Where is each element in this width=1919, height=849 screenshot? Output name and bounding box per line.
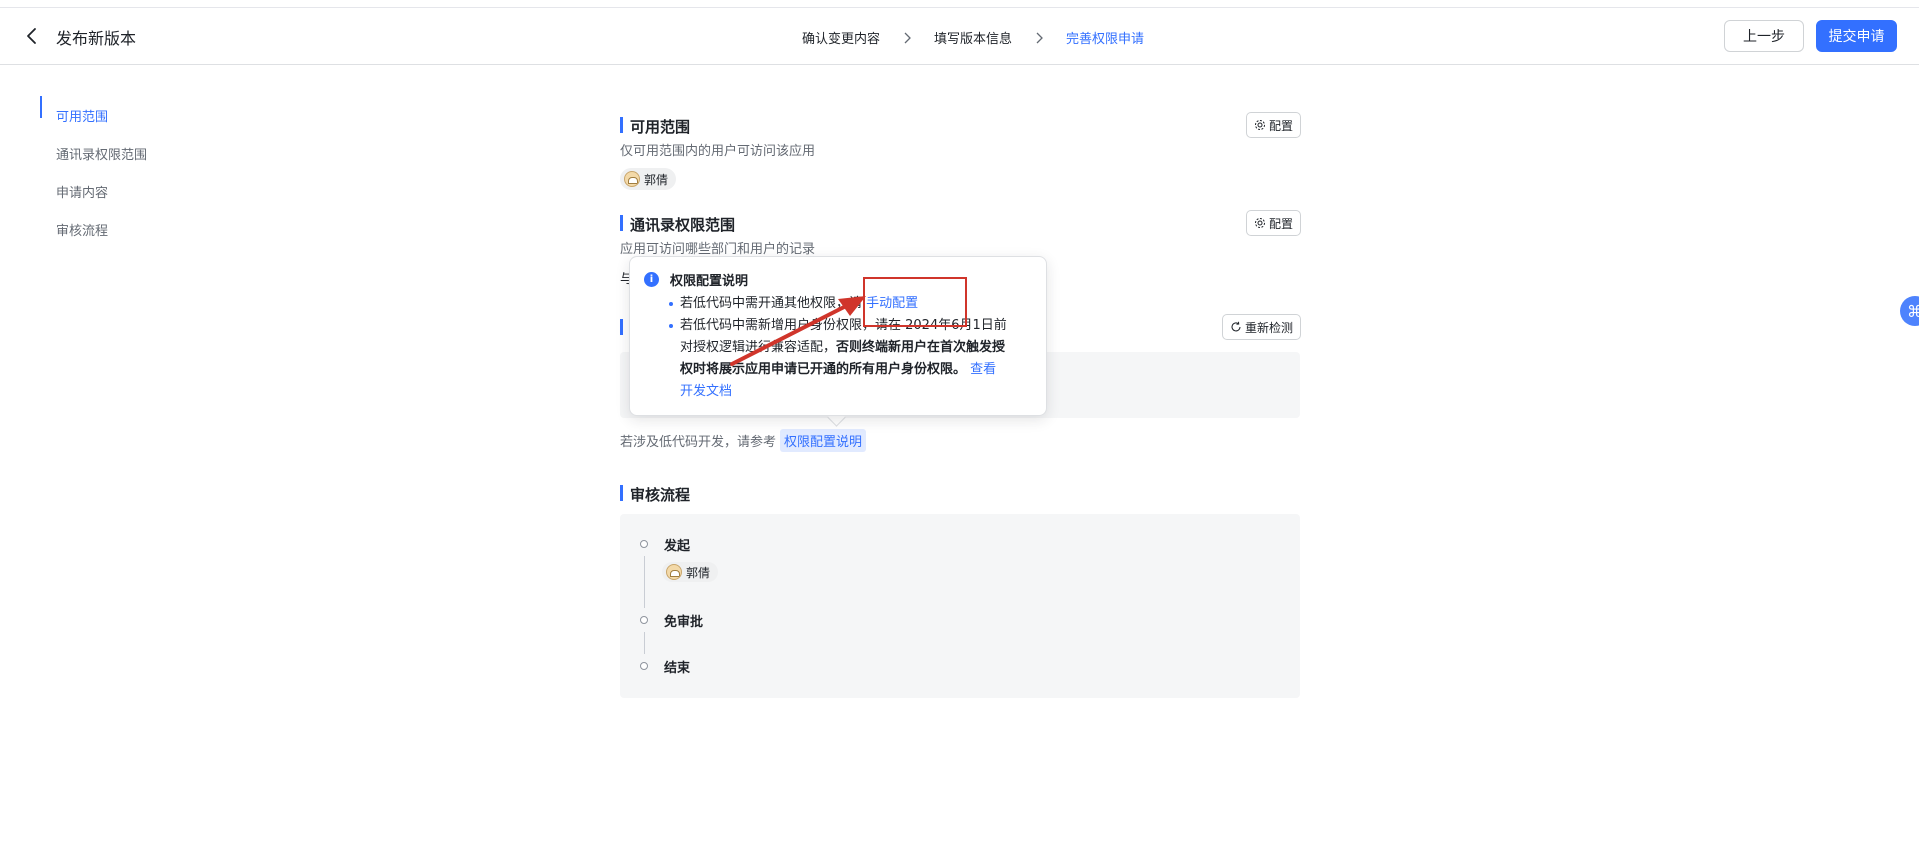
prev-step-button[interactable]: 上一步 [1724,20,1804,52]
permission-config-popover: i 权限配置说明 若低代码中需开通其他权限，请 手动配置 若低代码中需新增用户身… [629,256,1047,416]
flow-step-initiate: 发起 [664,539,691,554]
popover-line-3-text: 对授权逻辑进行兼容适配， [680,340,837,355]
nav-item-available-range[interactable]: 可用范围 [40,96,240,134]
user-name: 郭倩 [644,172,669,187]
popover-line-3: 对授权逻辑进行兼容适配，否则终端新用户在首次触发授 [680,337,1036,359]
chevron-right-icon [904,32,911,43]
nav-item-contacts-range[interactable]: 通讯录权限范围 [40,134,240,172]
popover-line-1: 若低代码中需开通其他权限，请 手动配置 [680,293,1036,315]
timeline-dot [640,616,648,624]
dev-doc-link[interactable]: 开发文档 [680,384,732,399]
popover-line-4-bold: 权时将展示应用申请已开通的所有用户身份权限。 [680,362,967,377]
gear-icon [1255,218,1265,228]
flow-step-no-approval: 免审批 [664,615,704,630]
config-label: 配置 [1269,216,1294,231]
contacts-range-desc: 应用可访问哪些部门和用户的记录 [620,242,816,257]
step-confirm-changes: 确认变更内容 [802,32,881,47]
info-icon: i [644,272,659,287]
contacts-range-title: 通讯录权限范围 [620,214,735,235]
bullet-dot [669,302,673,306]
reference-text: 若涉及低代码开发，请参考 [620,435,777,450]
available-range-desc: 仅可用范围内的用户可访问该应用 [620,144,816,159]
nav-item-review-flow[interactable]: 审核流程 [40,210,240,248]
flow-step-end: 结束 [664,661,691,676]
gear-icon [1255,120,1265,130]
available-range-title: 可用范围 [620,116,690,137]
popover-line-5: 开发文档 [680,381,1036,403]
review-flow-title: 审核流程 [620,484,690,505]
popover-title: 权限配置说明 [670,274,749,289]
annotation-arrow-icon [730,296,866,366]
annotation-highlight-box [863,277,967,327]
popover-line-1-text: 若低代码中需开通其他权限，请 [680,296,863,311]
back-arrow-icon[interactable] [22,26,42,46]
step-permission-apply: 完善权限申请 [1066,32,1145,47]
nav-item-apply-content[interactable]: 申请内容 [40,172,240,210]
popover-line-3-bold: 否则终端新用户在首次触发授 [836,340,1006,355]
popover-line-2: 若低代码中需新增用户身份权限，请在 2024年6月1日前 [680,318,1007,333]
review-flow-panel [620,514,1300,698]
page-title: 发布新版本 [56,29,137,48]
submit-button[interactable]: 提交申请 [1816,20,1897,52]
config-label: 配置 [1269,118,1294,133]
page-header: 发布新版本 确认变更内容 填写版本信息 完善权限申请 上一步 提交申请 [0,8,1919,65]
step-breadcrumb: 确认变更内容 填写版本信息 完善权限申请 [802,28,1144,47]
recheck-button[interactable]: 重新检测 [1222,314,1302,340]
low-code-reference: 若涉及低代码开发，请参考 权限配置说明 [620,429,867,452]
permission-doc-link[interactable]: 权限配置说明 [780,429,867,452]
contacts-range-config-button[interactable]: 配置 [1246,210,1302,236]
popover-line-4: 权时将展示应用申请已开通的所有用户身份权限。 查看 [680,359,1036,381]
timeline-connector [644,556,645,608]
command-shortcut-icon[interactable]: ⌘ [1900,296,1919,326]
flow-user-chip: 郭倩 [662,562,719,582]
user-chip: 郭倩 [620,168,677,190]
timeline-dot [640,540,648,548]
timeline-connector [644,632,645,654]
step-version-info: 填写版本信息 [934,32,1013,47]
available-range-config-button[interactable]: 配置 [1246,112,1302,138]
user-name: 郭倩 [686,565,711,580]
refresh-icon [1231,321,1241,332]
bullet-dot [669,324,673,328]
section-nav: 可用范围 通讯录权限范围 申请内容 审核流程 [40,96,240,248]
view-link[interactable]: 查看 [970,362,996,377]
chevron-right-icon [1036,32,1043,43]
timeline-dot [640,662,648,670]
recheck-label: 重新检测 [1245,320,1294,335]
avatar [624,171,640,187]
avatar [666,564,682,580]
